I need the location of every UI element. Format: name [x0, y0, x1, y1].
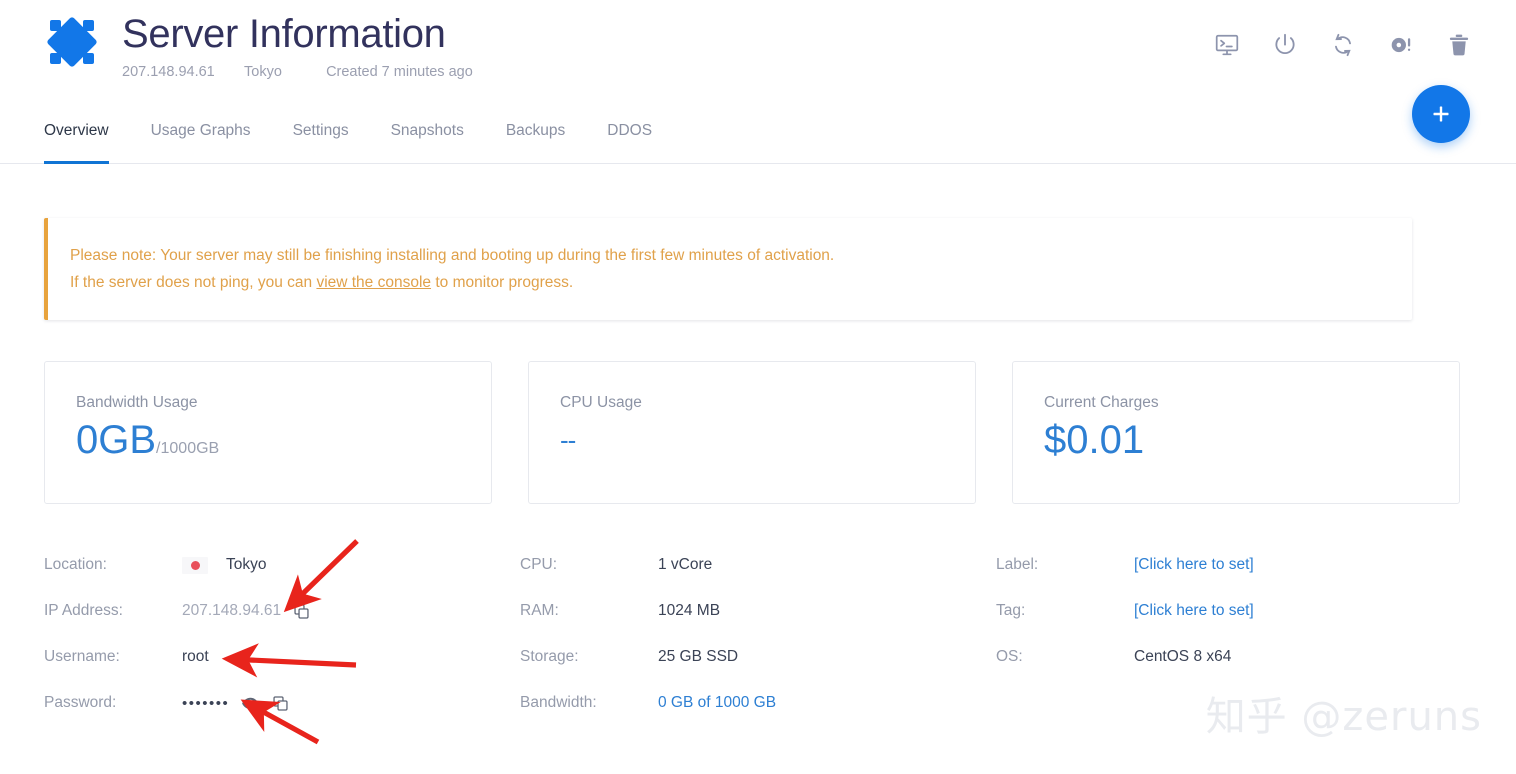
detail-row-label: Label: [Click here to set]	[996, 542, 1472, 588]
restart-icon[interactable]	[1328, 30, 1358, 60]
location-value: Tokyo	[226, 556, 267, 573]
jp-flag-icon	[182, 556, 208, 574]
tab-ddos-label: DDOS	[607, 122, 653, 139]
location-value-wrap: Tokyo	[182, 556, 267, 574]
server-created-subtitle: Created 7 minutes ago	[326, 64, 473, 80]
view-console-icon[interactable]	[1212, 30, 1242, 60]
detail-row-storage: Storage: 25 GB SSD	[520, 634, 996, 680]
tab-settings-label: Settings	[292, 122, 349, 139]
tag-key: Tag:	[996, 602, 1026, 619]
plus-icon	[1433, 106, 1449, 122]
details-column-1: Location: Tokyo IP Address: 207.148.94.6…	[44, 542, 520, 726]
bandwidth-usage-value: 0GB/1000GB	[76, 416, 491, 473]
storage-value: 25 GB SSD	[658, 648, 739, 665]
bandwidth-usage-suffix: /1000GB	[156, 440, 220, 457]
detail-row-bandwidth: Bandwidth: 0 GB of 1000 GB	[520, 680, 996, 726]
detail-row-location: Location: Tokyo	[44, 542, 520, 588]
label-key: Label:	[996, 556, 1039, 573]
location-key: Location:	[44, 556, 107, 573]
bandwidth-key: Bandwidth:	[520, 694, 597, 711]
bandwidth-usage-label: Bandwidth Usage	[76, 394, 198, 411]
ip-address-key: IP Address:	[44, 602, 123, 619]
tab-usage-graphs[interactable]: Usage Graphs	[151, 112, 273, 163]
tab-bar: Overview Usage Graphs Settings Snapshots…	[0, 85, 1516, 164]
cpu-value: 1 vCore	[658, 556, 713, 573]
details-column-2: CPU: 1 vCore RAM: 1024 MB Storage: 25 GB…	[520, 542, 996, 726]
server-ip-subtitle: 207.148.94.61	[122, 64, 215, 80]
tab-snapshots[interactable]: Snapshots	[391, 112, 486, 163]
title-block: Server Information 207.148.94.61 Tokyo C…	[122, 8, 473, 80]
detail-row-username: Username: root	[44, 634, 520, 680]
reinstall-icon[interactable]	[1386, 30, 1416, 60]
password-key: Password:	[44, 694, 117, 711]
detail-row-password: Password: •••••••	[44, 680, 520, 726]
ram-value: 1024 MB	[658, 602, 721, 619]
tab-settings[interactable]: Settings	[293, 112, 371, 163]
detail-row-tag: Tag: [Click here to set]	[996, 588, 1472, 634]
current-charges-card: Current Charges $0.01	[1012, 361, 1460, 504]
tab-ddos[interactable]: DDOS	[607, 112, 674, 163]
main-content: Please note: Your server may still be fi…	[0, 218, 1516, 726]
username-value: root	[182, 648, 209, 665]
power-icon[interactable]	[1270, 30, 1300, 60]
tab-overview[interactable]: Overview	[44, 112, 109, 164]
os-value: CentOS 8 x64	[1134, 648, 1232, 665]
notice-line-2-pre: If the server does not ping, you can	[70, 274, 317, 291]
username-key: Username:	[44, 648, 120, 665]
copy-password-icon[interactable]	[272, 695, 289, 712]
tabs: Overview Usage Graphs Settings Snapshots…	[44, 112, 1516, 164]
delete-icon[interactable]	[1444, 30, 1474, 60]
deploy-new-server-button[interactable]	[1412, 85, 1470, 143]
cpu-usage-value: --	[560, 425, 576, 455]
bandwidth-value[interactable]: 0 GB of 1000 GB	[658, 694, 776, 712]
tag-set-link[interactable]: [Click here to set]	[1134, 602, 1254, 620]
ip-address-value: 207.148.94.61	[182, 602, 282, 619]
tab-overview-label: Overview	[44, 122, 109, 139]
header-actions	[1212, 30, 1474, 60]
cpu-key: CPU:	[520, 556, 558, 573]
tab-snapshots-label: Snapshots	[390, 122, 464, 139]
password-value-wrap: •••••••	[182, 694, 289, 713]
current-charges-label: Current Charges	[1044, 394, 1159, 411]
server-region-subtitle: Tokyo	[244, 64, 282, 80]
notice-line-2: If the server does not ping, you can vie…	[70, 269, 1386, 296]
ip-address-value-wrap: 207.148.94.61	[182, 602, 310, 620]
bandwidth-usage-card: Bandwidth Usage 0GB/1000GB	[44, 361, 492, 504]
detail-row-os: OS: CentOS 8 x64	[996, 634, 1472, 680]
activation-notice: Please note: Your server may still be fi…	[44, 218, 1412, 320]
server-meta: 207.148.94.61 Tokyo Created 7 minutes ag…	[122, 64, 473, 80]
storage-key: Storage:	[520, 648, 579, 665]
vultr-logo	[44, 14, 100, 70]
password-value: •••••••	[182, 694, 230, 712]
ram-key: RAM:	[520, 602, 559, 619]
notice-line-2-post: to monitor progress.	[431, 274, 574, 291]
show-password-eye-icon[interactable]	[241, 694, 260, 713]
detail-row-cpu: CPU: 1 vCore	[520, 542, 996, 588]
label-set-link[interactable]: [Click here to set]	[1134, 556, 1254, 574]
watermark: 知乎 @zeruns	[1205, 694, 1482, 740]
cpu-usage-card: CPU Usage --	[528, 361, 976, 504]
detail-row-ram: RAM: 1024 MB	[520, 588, 996, 634]
page-title: Server Information	[122, 12, 446, 56]
tab-backups[interactable]: Backups	[506, 112, 587, 163]
notice-line-1: Please note: Your server may still be fi…	[70, 247, 835, 264]
tab-backups-label: Backups	[505, 122, 566, 139]
page-header: Server Information 207.148.94.61 Tokyo C…	[0, 0, 1516, 112]
cpu-usage-label: CPU Usage	[560, 394, 642, 411]
current-charges-value: $0.01	[1044, 418, 1145, 462]
detail-row-ip-address: IP Address: 207.148.94.61	[44, 588, 520, 634]
stat-cards: Bandwidth Usage 0GB/1000GB CPU Usage -- …	[44, 361, 1472, 504]
copy-ip-icon[interactable]	[293, 603, 310, 620]
view-console-link[interactable]: view the console	[316, 274, 431, 291]
os-key: OS:	[996, 648, 1023, 665]
bandwidth-usage-number: 0GB	[76, 418, 157, 462]
tab-usage-graphs-label: Usage Graphs	[150, 122, 251, 139]
